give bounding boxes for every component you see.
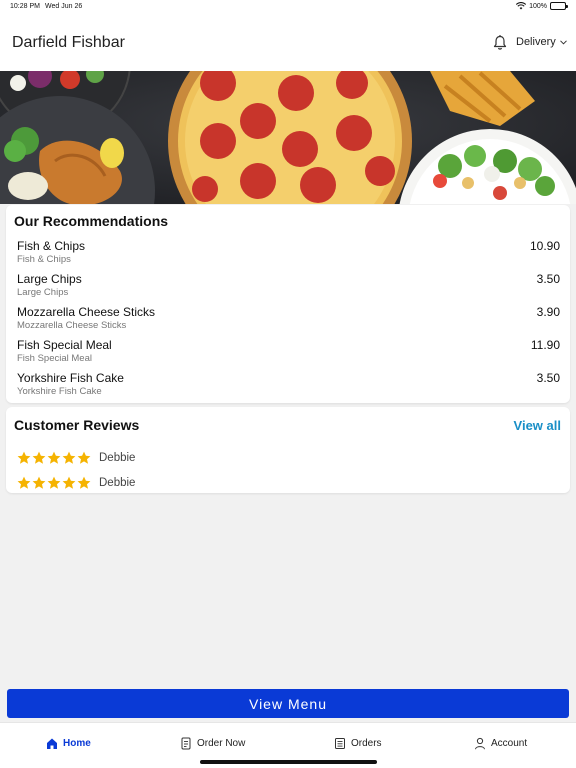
store-title: Darfield Fishbar: [12, 34, 125, 51]
item-name: Fish Special Meal: [17, 338, 112, 352]
item-price: 10.90: [529, 239, 560, 253]
tab-account[interactable]: Account: [474, 737, 527, 750]
status-right: 100%: [516, 2, 568, 10]
view-menu-button[interactable]: View Menu: [7, 689, 569, 718]
home-indicator: [200, 760, 377, 764]
item-description: Yorkshire Fish Cake: [17, 386, 102, 397]
hero-food-image: [0, 71, 576, 204]
item-description: Fish Special Meal: [17, 353, 92, 364]
recommendation-item[interactable]: Yorkshire Fish Cake Yorkshire Fish Cake …: [17, 371, 560, 401]
tab-label: Home: [63, 738, 91, 749]
wifi-icon: [516, 2, 527, 10]
item-price: 3.50: [536, 272, 560, 286]
tab-label: Order Now: [197, 738, 246, 749]
orders-icon: [335, 738, 345, 749]
item-name: Large Chips: [17, 272, 82, 286]
item-price: 3.90: [536, 305, 560, 319]
recommendation-item[interactable]: Large Chips Large Chips 3.50: [17, 272, 560, 302]
item-price: 3.50: [536, 371, 560, 385]
reviews-title: Customer Reviews: [14, 417, 140, 433]
star-icon: [32, 451, 46, 464]
tab-home[interactable]: Home: [46, 737, 91, 750]
order-icon: [181, 737, 191, 750]
review-row: Debbie: [17, 449, 135, 467]
item-name: Mozzarella Cheese Sticks: [17, 305, 156, 319]
item-name: Yorkshire Fish Cake: [17, 371, 124, 385]
item-description: Mozzarella Cheese Sticks: [17, 320, 127, 331]
status-time: 10:28 PM: [10, 3, 40, 10]
status-bar: 10:28 PM Wed Jun 26 100%: [0, 0, 576, 14]
star-rating: [17, 451, 91, 465]
star-icon: [17, 476, 31, 489]
battery-icon: [550, 2, 568, 10]
star-icon: [62, 451, 76, 464]
star-icon: [47, 476, 61, 489]
star-icon: [77, 451, 91, 464]
bottom-tab-bar: Home Order Now Orders Account: [0, 722, 576, 768]
item-description: Fish & Chips: [17, 254, 71, 265]
tab-orders[interactable]: Orders: [334, 737, 382, 750]
app-header: Darfield Fishbar Delivery: [0, 14, 576, 71]
item-name: Fish & Chips: [17, 239, 86, 253]
delivery-selector[interactable]: Delivery: [516, 36, 567, 48]
star-icon: [62, 476, 76, 489]
recommendation-item[interactable]: Mozzarella Cheese Sticks Mozzarella Chee…: [17, 305, 560, 335]
reviews-card: Customer Reviews View all Debbie Debbie: [6, 407, 570, 493]
chevron-down-icon: [559, 39, 567, 45]
reviewer-name: Debbie: [99, 452, 136, 464]
recommendations-title: Our Recommendations: [14, 213, 169, 229]
star-icon: [17, 451, 31, 464]
item-price: 11.90: [530, 338, 560, 352]
star-icon: [32, 476, 46, 489]
account-icon: [475, 737, 485, 750]
star-icon: [47, 451, 61, 464]
item-description: Large Chips: [17, 287, 69, 298]
view-all-reviews-link[interactable]: View all: [514, 418, 561, 433]
tab-label: Account: [491, 738, 528, 749]
reviewer-name: Debbie: [99, 477, 136, 489]
recommendation-item[interactable]: Fish Special Meal Fish Special Meal 11.9…: [17, 338, 560, 368]
tab-label: Orders: [351, 738, 382, 749]
battery-percent: 100%: [529, 2, 547, 10]
star-rating: [17, 476, 91, 490]
tab-order-now[interactable]: Order Now: [180, 737, 245, 750]
home-icon: [47, 738, 57, 749]
recommendation-item[interactable]: Fish & Chips Fish & Chips 10.90: [17, 239, 560, 269]
delivery-label: Delivery: [516, 36, 556, 48]
bell-icon[interactable]: [492, 34, 508, 51]
star-icon: [77, 476, 91, 489]
status-date: Wed Jun 26: [45, 3, 83, 10]
review-row: Debbie: [17, 474, 135, 492]
recommendations-card: Our Recommendations Fish & Chips Fish & …: [6, 205, 570, 403]
